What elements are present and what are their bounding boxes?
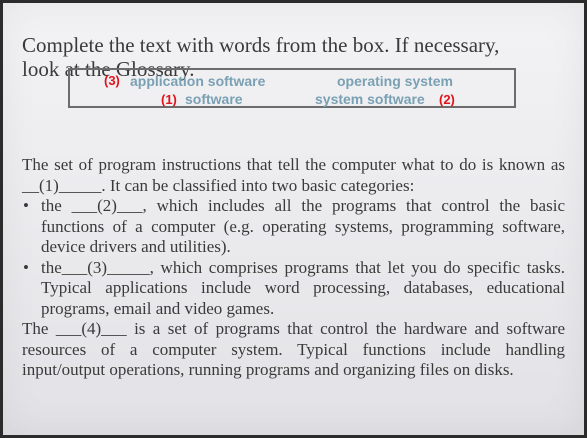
word-application-software: application software [130, 73, 266, 89]
word-box-number-2: (2) [439, 92, 455, 107]
intro-paragraph: The set of program instructions that tel… [22, 155, 565, 195]
bullet-dot: • [23, 196, 29, 215]
slide: Complete the text with words from the bo… [3, 3, 584, 435]
word-operating-system: operating system [337, 73, 453, 89]
bullet-text-2: the___(3)_____, which comprises programs… [41, 257, 565, 318]
word-system-software: system software [315, 91, 425, 107]
word-box-number-3: (3) [104, 73, 120, 88]
word-box-number-1: (1) [161, 92, 177, 107]
word-software: software [185, 91, 243, 107]
bullet-item: • the ___(2)___, which includes all the … [22, 196, 565, 258]
bullet-text-1: the ___(2)___, which includes all the pr… [41, 196, 565, 256]
outro-paragraph: The ___(4)___ is a set of programs that … [22, 319, 565, 379]
exercise-text: The set of program instructions that tel… [22, 155, 565, 381]
bullet-dot: • [23, 257, 29, 277]
bullet-item: • the___(3)_____, which comprises progra… [22, 258, 565, 320]
